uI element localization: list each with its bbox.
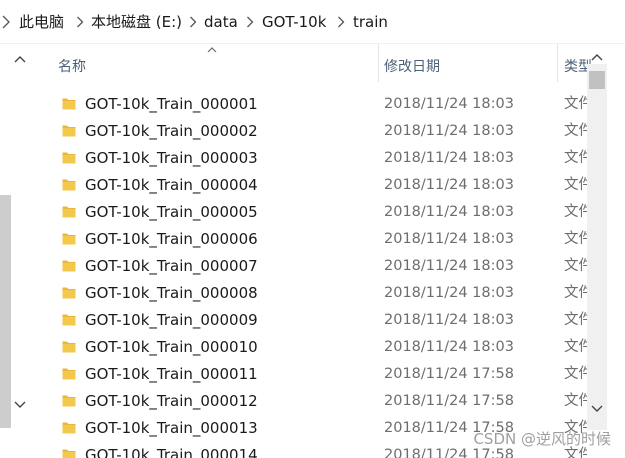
file-name: GOT-10k_Train_000009 (85, 311, 258, 329)
scroll-down-icon[interactable] (14, 400, 26, 410)
file-name: GOT-10k_Train_000007 (85, 257, 258, 275)
file-modified-date: 2018/11/24 18:03 (384, 312, 514, 328)
file-name: GOT-10k_Train_000010 (85, 338, 258, 356)
list-item[interactable]: GOT-10k_Train_000003 2018/11/24 18:03 文件 (38, 144, 587, 171)
file-type: 文件 (564, 312, 587, 328)
file-name: GOT-10k_Train_000006 (85, 230, 258, 248)
vertical-scrollbar[interactable] (587, 64, 607, 430)
folder-icon (62, 125, 76, 137)
folder-icon (62, 98, 76, 110)
scroll-up-icon[interactable] (591, 52, 603, 62)
file-modified-date: 2018/11/24 18:03 (384, 285, 514, 301)
file-name: GOT-10k_Train_000004 (85, 176, 258, 194)
file-type: 文件 (564, 366, 587, 382)
watermark: CSDN @逆风的时候 (473, 430, 611, 448)
list-item[interactable]: GOT-10k_Train_000005 2018/11/24 18:03 文件 (38, 198, 587, 225)
file-type: 文件 (564, 204, 587, 220)
folder-icon (62, 260, 76, 272)
breadcrumb-this-pc[interactable]: 此电脑 (19, 12, 64, 32)
chevron-right-icon[interactable] (246, 16, 254, 28)
scrollbar-thumb[interactable] (589, 71, 605, 89)
chevron-right-icon[interactable] (76, 16, 84, 28)
file-name: GOT-10k_Train_000005 (85, 203, 258, 221)
file-name: GOT-10k_Train_000011 (85, 365, 258, 383)
file-name: GOT-10k_Train_000001 (85, 95, 258, 113)
breadcrumb-train[interactable]: train (353, 12, 388, 32)
folder-icon (62, 395, 76, 407)
list-item[interactable]: GOT-10k_Train_000008 2018/11/24 18:03 文件 (38, 279, 587, 306)
file-modified-date: 2018/11/24 18:03 (384, 339, 514, 355)
file-modified-date: 2018/11/24 17:58 (384, 393, 514, 409)
file-type: 文件 (564, 177, 587, 193)
nav-scrollbar-thumb[interactable] (0, 195, 11, 428)
folder-icon (62, 179, 76, 191)
file-name: GOT-10k_Train_000012 (85, 392, 258, 410)
folder-icon (62, 422, 76, 434)
file-type: 文件 (564, 231, 587, 247)
file-name: GOT-10k_Train_000002 (85, 122, 258, 140)
folder-icon (62, 206, 76, 218)
list-item[interactable]: GOT-10k_Train_000007 2018/11/24 18:03 文件 (38, 252, 587, 279)
file-modified-date: 2018/11/24 18:03 (384, 204, 514, 220)
file-type: 文件 (564, 96, 587, 112)
list-item[interactable]: GOT-10k_Train_000001 2018/11/24 18:03 文件 (38, 90, 587, 117)
file-type: 文件 (564, 339, 587, 355)
column-divider[interactable] (557, 44, 558, 82)
list-item[interactable]: GOT-10k_Train_000010 2018/11/24 18:03 文件 (38, 333, 587, 360)
folder-icon (62, 152, 76, 164)
folder-icon (62, 368, 76, 380)
column-header-date[interactable]: 修改日期 (384, 56, 440, 76)
scroll-down-icon[interactable] (591, 404, 603, 414)
file-name: GOT-10k_Train_000013 (85, 419, 258, 437)
list-item[interactable]: GOT-10k_Train_000009 2018/11/24 18:03 文件 (38, 306, 587, 333)
breadcrumb-got10k[interactable]: GOT-10k (262, 12, 326, 32)
breadcrumb-local-disk[interactable]: 本地磁盘 (E:) (91, 12, 182, 32)
list-item[interactable]: GOT-10k_Train_000011 2018/11/24 17:58 文件 (38, 360, 587, 387)
list-item[interactable]: GOT-10k_Train_000002 2018/11/24 18:03 文件 (38, 117, 587, 144)
file-type: 文件 (564, 258, 587, 274)
file-type: 文件 (564, 285, 587, 301)
column-divider[interactable] (378, 44, 379, 82)
chevron-right-icon[interactable] (337, 16, 345, 28)
file-name: GOT-10k_Train_000014 (85, 446, 258, 458)
file-modified-date: 2018/11/24 18:03 (384, 231, 514, 247)
file-modified-date: 2018/11/24 18:03 (384, 96, 514, 112)
chevron-right-icon[interactable] (189, 16, 197, 28)
scroll-up-icon[interactable] (14, 54, 26, 64)
file-modified-date: 2018/11/24 18:03 (384, 150, 514, 166)
folder-icon (62, 233, 76, 245)
file-name: GOT-10k_Train_000003 (85, 149, 258, 167)
file-modified-date: 2018/11/24 17:58 (384, 366, 514, 382)
file-modified-date: 2018/11/24 18:03 (384, 177, 514, 193)
address-bar[interactable]: 此电脑 本地磁盘 (E:) data GOT-10k train (0, 0, 625, 44)
column-header-name[interactable]: 名称 (58, 56, 86, 76)
column-header-row: 名称 修改日期 类型 (38, 44, 592, 88)
chevron-right-icon[interactable] (2, 15, 10, 29)
breadcrumb-data[interactable]: data (204, 12, 238, 32)
folder-icon (62, 287, 76, 299)
folder-icon (62, 449, 76, 458)
file-name: GOT-10k_Train_000008 (85, 284, 258, 302)
file-type: 文件 (564, 123, 587, 139)
file-type: 文件 (564, 150, 587, 166)
file-modified-date: 2018/11/24 18:03 (384, 258, 514, 274)
file-type: 文件 (564, 393, 587, 409)
sort-up-icon (207, 47, 217, 53)
list-item[interactable]: GOT-10k_Train_000012 2018/11/24 17:58 文件 (38, 387, 587, 414)
file-list: GOT-10k_Train_000001 2018/11/24 18:03 文件… (38, 88, 587, 458)
list-item[interactable]: GOT-10k_Train_000006 2018/11/24 18:03 文件 (38, 225, 587, 252)
file-modified-date: 2018/11/24 18:03 (384, 123, 514, 139)
folder-icon (62, 314, 76, 326)
list-item[interactable]: GOT-10k_Train_000004 2018/11/24 18:03 文件 (38, 171, 587, 198)
folder-icon (62, 341, 76, 353)
